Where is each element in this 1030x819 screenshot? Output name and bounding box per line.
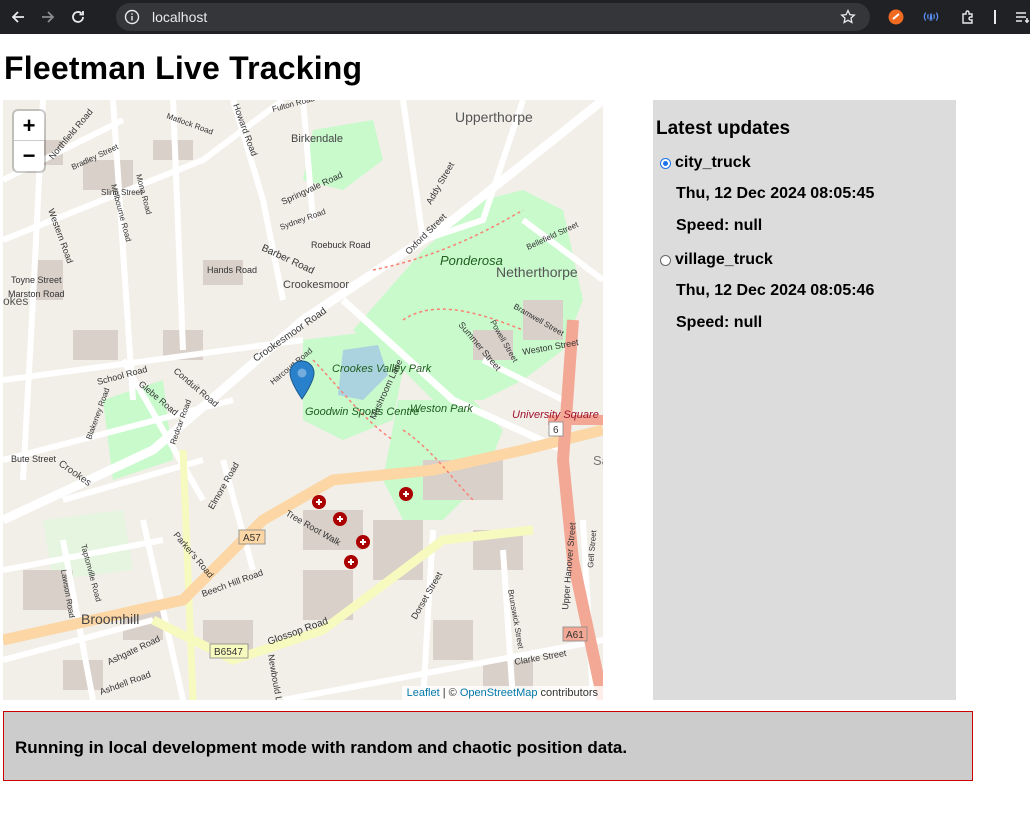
label-bute-street: Bute Street [11, 454, 57, 464]
label-toyne-street: Toyne Street [11, 275, 62, 285]
upperthorpe-park [303, 120, 383, 190]
signal-extension-icon[interactable] [923, 9, 939, 25]
label-upperthorpe: Upperthorpe [455, 109, 533, 125]
reload-button[interactable] [63, 0, 93, 34]
map-tiles[interactable]: Upperthorpe Netherthorpe Ponderosa Birke… [3, 100, 603, 700]
label-conduit-road: Conduit Road [172, 366, 221, 409]
star-icon[interactable] [840, 9, 856, 25]
back-arrow-icon [11, 11, 24, 23]
attribution-suffix: contributors [537, 687, 598, 699]
browser-toolbar: localhost [0, 0, 1030, 34]
label-university-square: University Square [512, 409, 599, 421]
truck-name[interactable]: city_truck [675, 154, 751, 172]
label-barber-road: Barber Road [260, 243, 316, 277]
reload-icon [72, 11, 84, 23]
url-text[interactable]: localhost [152, 9, 207, 25]
zoom-in-button[interactable]: + [14, 111, 44, 141]
dev-mode-banner: Running in local development mode with r… [3, 711, 973, 781]
label-gell-street: Gell Street [586, 529, 598, 568]
zoom-control: + − [14, 111, 44, 171]
svg-text:B6547: B6547 [214, 647, 243, 658]
address-bar[interactable]: localhost [116, 3, 870, 31]
leaflet-link[interactable]: Leaflet [407, 687, 440, 699]
back-button[interactable] [3, 0, 33, 34]
reading-list-icon[interactable] [1014, 9, 1030, 25]
label-birkendale: Birkendale [291, 133, 343, 145]
label-addy-street: Addy Street [424, 160, 456, 206]
label-sydney-road: Sydney Road [279, 207, 327, 232]
svg-text:A57: A57 [243, 533, 261, 544]
hospital-icon[interactable] [356, 535, 370, 549]
label-slinn-street: Slinn Street [101, 188, 143, 197]
forward-arrow-icon [42, 11, 55, 23]
openstreetmap-link[interactable]: OpenStreetMap [460, 687, 538, 699]
hospital-icon[interactable] [312, 495, 326, 509]
label-weston-park: Weston Park [410, 403, 473, 415]
truck-entry-city: city_truck Thu, 12 Dec 2024 08:05:45 Spe… [660, 153, 950, 237]
label-netherthorpe: Netherthorpe [496, 264, 578, 280]
label-ponderosa: Ponderosa [440, 253, 503, 268]
hospital-icon[interactable] [399, 487, 413, 501]
label-parkers-road: Parker's Road [171, 530, 215, 580]
label-broomhill: Broomhill [81, 611, 139, 627]
truck-timestamp: Thu, 12 Dec 2024 08:05:46 [676, 282, 875, 299]
label-roebuck-road: Roebuck Road [311, 240, 371, 250]
orange-extension-icon[interactable] [888, 9, 904, 25]
hospital-icon[interactable] [333, 512, 347, 526]
map-container[interactable]: Upperthorpe Netherthorpe Ponderosa Birke… [3, 100, 603, 700]
map-attribution: Leaflet | © OpenStreetMap contributors [401, 686, 603, 700]
label-sa: Sa [593, 453, 603, 468]
label-marston-road: Marston Road [8, 289, 65, 299]
truck-timestamp: Thu, 12 Dec 2024 08:05:45 [676, 185, 875, 202]
truck-radio-village[interactable] [660, 254, 671, 266]
label-hands-road: Hands Road [207, 265, 257, 275]
road-shield-a57: A57 [238, 529, 266, 545]
updates-panel: Latest updates city_truck Thu, 12 Dec 20… [653, 100, 956, 700]
forward-button[interactable] [33, 0, 63, 34]
label-newbould-lane: Newbould Lane [266, 654, 287, 700]
label-goodwin-sports-centre: Goodwin Sports Centre [305, 406, 419, 418]
road-shield-b6547: B6547 [209, 643, 249, 659]
label-northfield-road: Northfield Road [47, 107, 95, 161]
hospital-icon[interactable] [344, 555, 358, 569]
label-ashdell-road: Ashdell Road [98, 669, 152, 697]
junction-number-6: 6 [548, 421, 564, 437]
zoom-out-button[interactable]: − [14, 141, 44, 171]
toolbar-divider [994, 10, 996, 24]
truck-entry-village: village_truck Thu, 12 Dec 2024 08:05:46 … [660, 250, 950, 334]
map-marker-icon[interactable] [289, 360, 315, 400]
svg-text:6: 6 [553, 425, 559, 436]
truck-speed: Speed: null [676, 217, 763, 234]
page-title: Fleetman Live Tracking [4, 50, 363, 86]
attribution-separator: | © [439, 687, 460, 699]
truck-speed: Speed: null [676, 314, 763, 331]
svg-text:A61: A61 [566, 630, 584, 641]
extension-icon[interactable] [960, 9, 976, 25]
road-shield-a61: A61 [562, 626, 588, 642]
dev-mode-message: Running in local development mode with r… [15, 738, 628, 757]
updates-heading: Latest updates [656, 118, 791, 139]
truck-name[interactable]: village_truck [675, 251, 773, 269]
crookes-road [179, 449, 197, 700]
truck-radio-city[interactable] [660, 157, 671, 169]
label-crookesmoor: Crookesmoor [283, 279, 349, 291]
site-info-icon[interactable] [124, 9, 140, 25]
label-crookes-valley-park: Crookes Valley Park [332, 363, 432, 375]
